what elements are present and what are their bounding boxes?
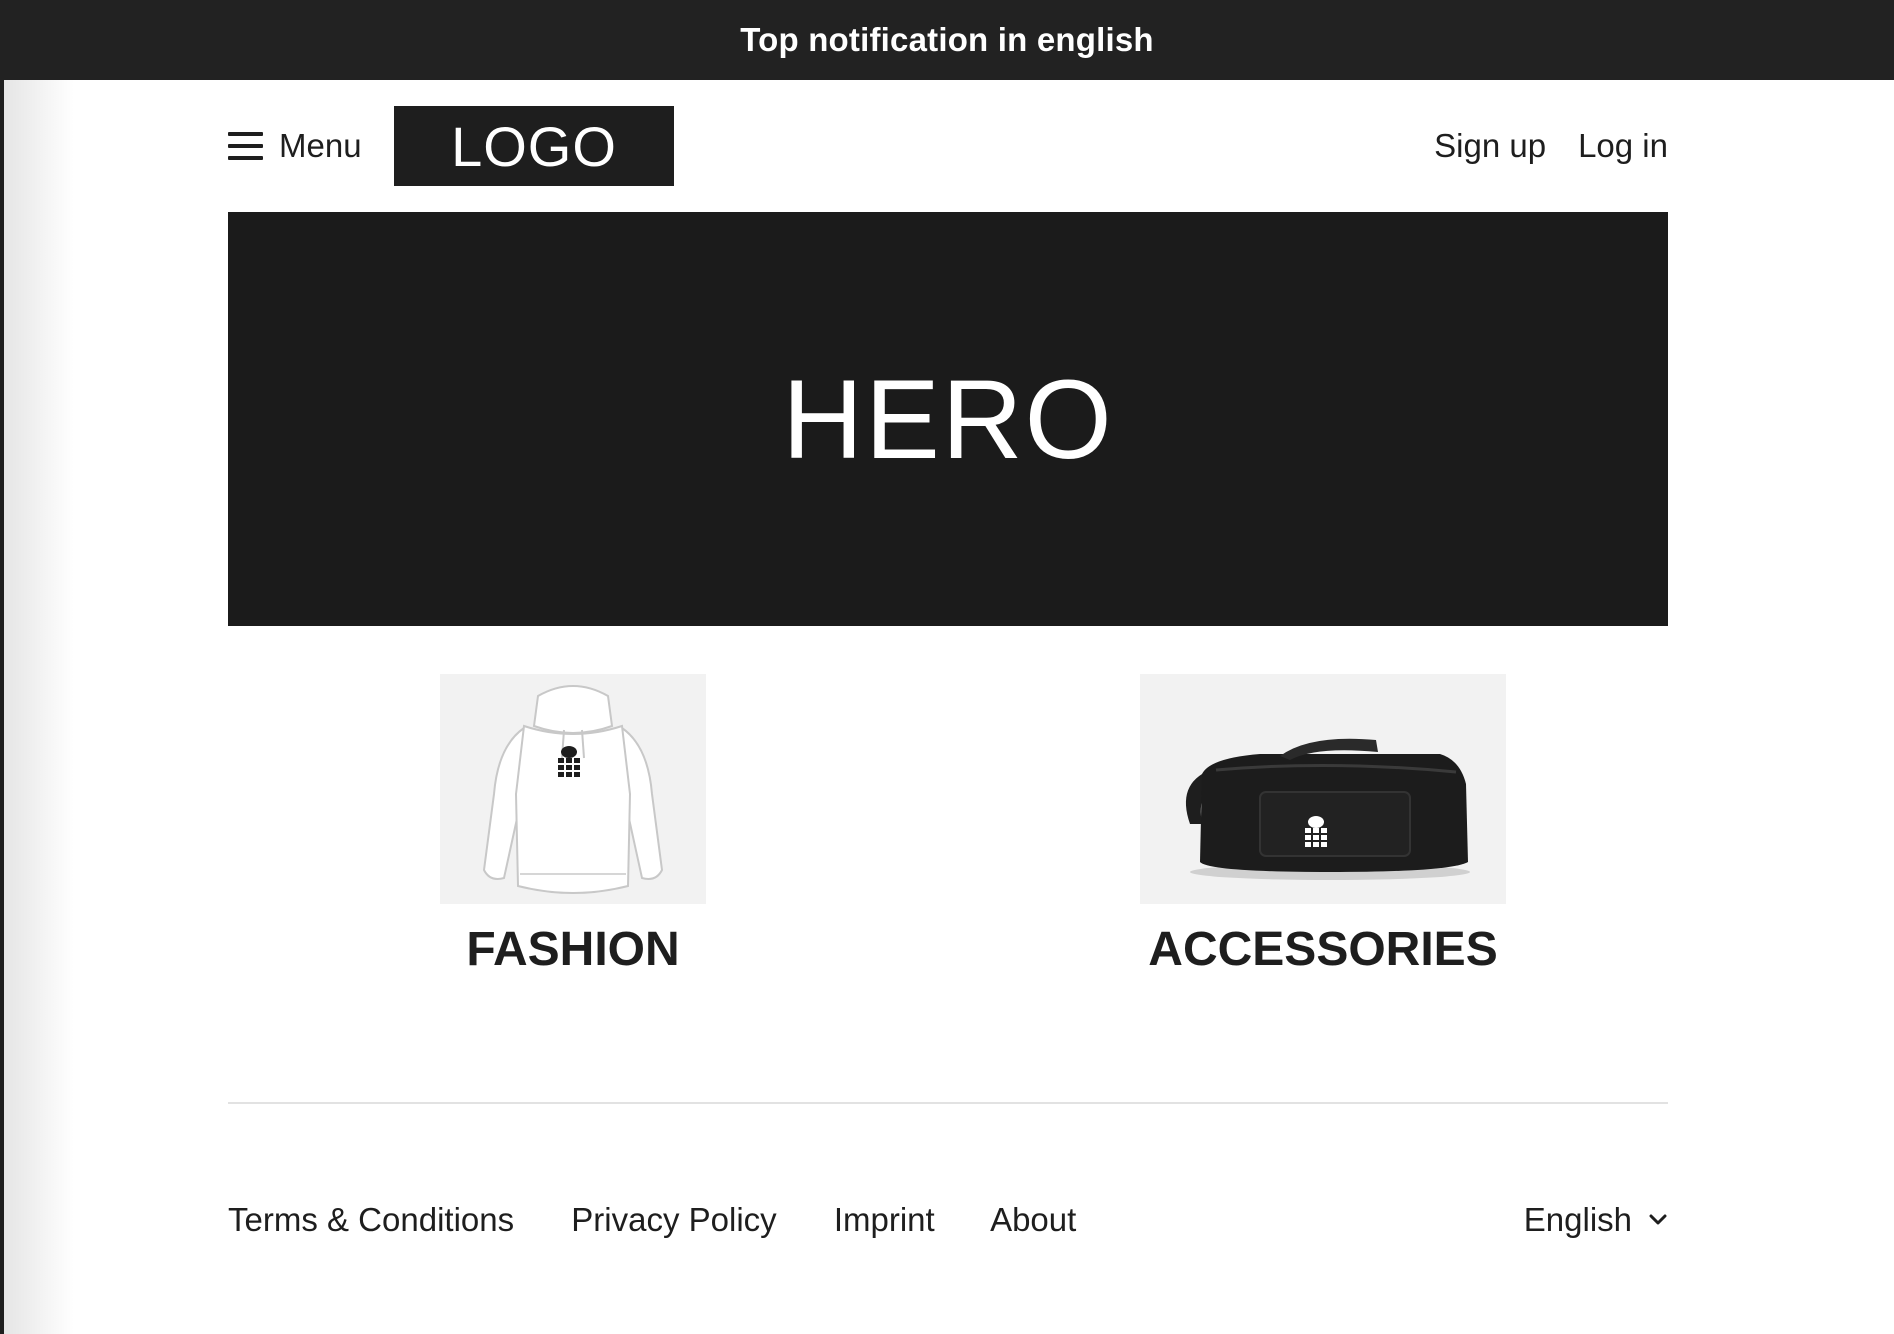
- chevron-down-icon: [1649, 1214, 1667, 1225]
- footer-link-terms[interactable]: Terms & Conditions: [228, 1201, 514, 1238]
- hoodie-image[interactable]: [440, 674, 706, 904]
- window-left-shadow: [4, 80, 74, 1334]
- category-label[interactable]: FASHION: [466, 922, 679, 977]
- menu-button[interactable]: Menu: [228, 106, 362, 186]
- category-fashion[interactable]: FASHION: [440, 674, 706, 977]
- auth-links: Sign up Log in: [1434, 106, 1668, 186]
- login-link[interactable]: Log in: [1578, 127, 1668, 165]
- language-label: English: [1523, 1201, 1632, 1238]
- footer-link-privacy[interactable]: Privacy Policy: [571, 1201, 776, 1238]
- language-selector[interactable]: English: [1524, 1190, 1668, 1250]
- hero-banner: HERO: [228, 212, 1668, 626]
- category-accessories[interactable]: ACCESSORIES: [1140, 674, 1506, 977]
- hero-text: HERO: [782, 356, 1114, 482]
- notification-text: Top notification in english: [740, 21, 1154, 58]
- footer-links: Terms & Conditions Privacy Policy Imprin…: [228, 1201, 1124, 1239]
- category-label[interactable]: ACCESSORIES: [1148, 922, 1497, 977]
- footer-link-imprint[interactable]: Imprint: [834, 1201, 935, 1238]
- menu-label: Menu: [279, 127, 362, 164]
- logo[interactable]: LOGO: [394, 106, 674, 186]
- top-notification-bar: Top notification in english: [0, 0, 1894, 80]
- site-header: Menu LOGO Sign up Log in: [228, 106, 1668, 186]
- signup-link[interactable]: Sign up: [1434, 127, 1546, 165]
- footer-link-about[interactable]: About: [990, 1201, 1076, 1238]
- hamburger-icon: [228, 132, 263, 160]
- duffel-bag-image[interactable]: [1140, 674, 1506, 904]
- site-footer: Terms & Conditions Privacy Policy Imprin…: [228, 1190, 1668, 1250]
- footer-divider: [228, 1102, 1668, 1104]
